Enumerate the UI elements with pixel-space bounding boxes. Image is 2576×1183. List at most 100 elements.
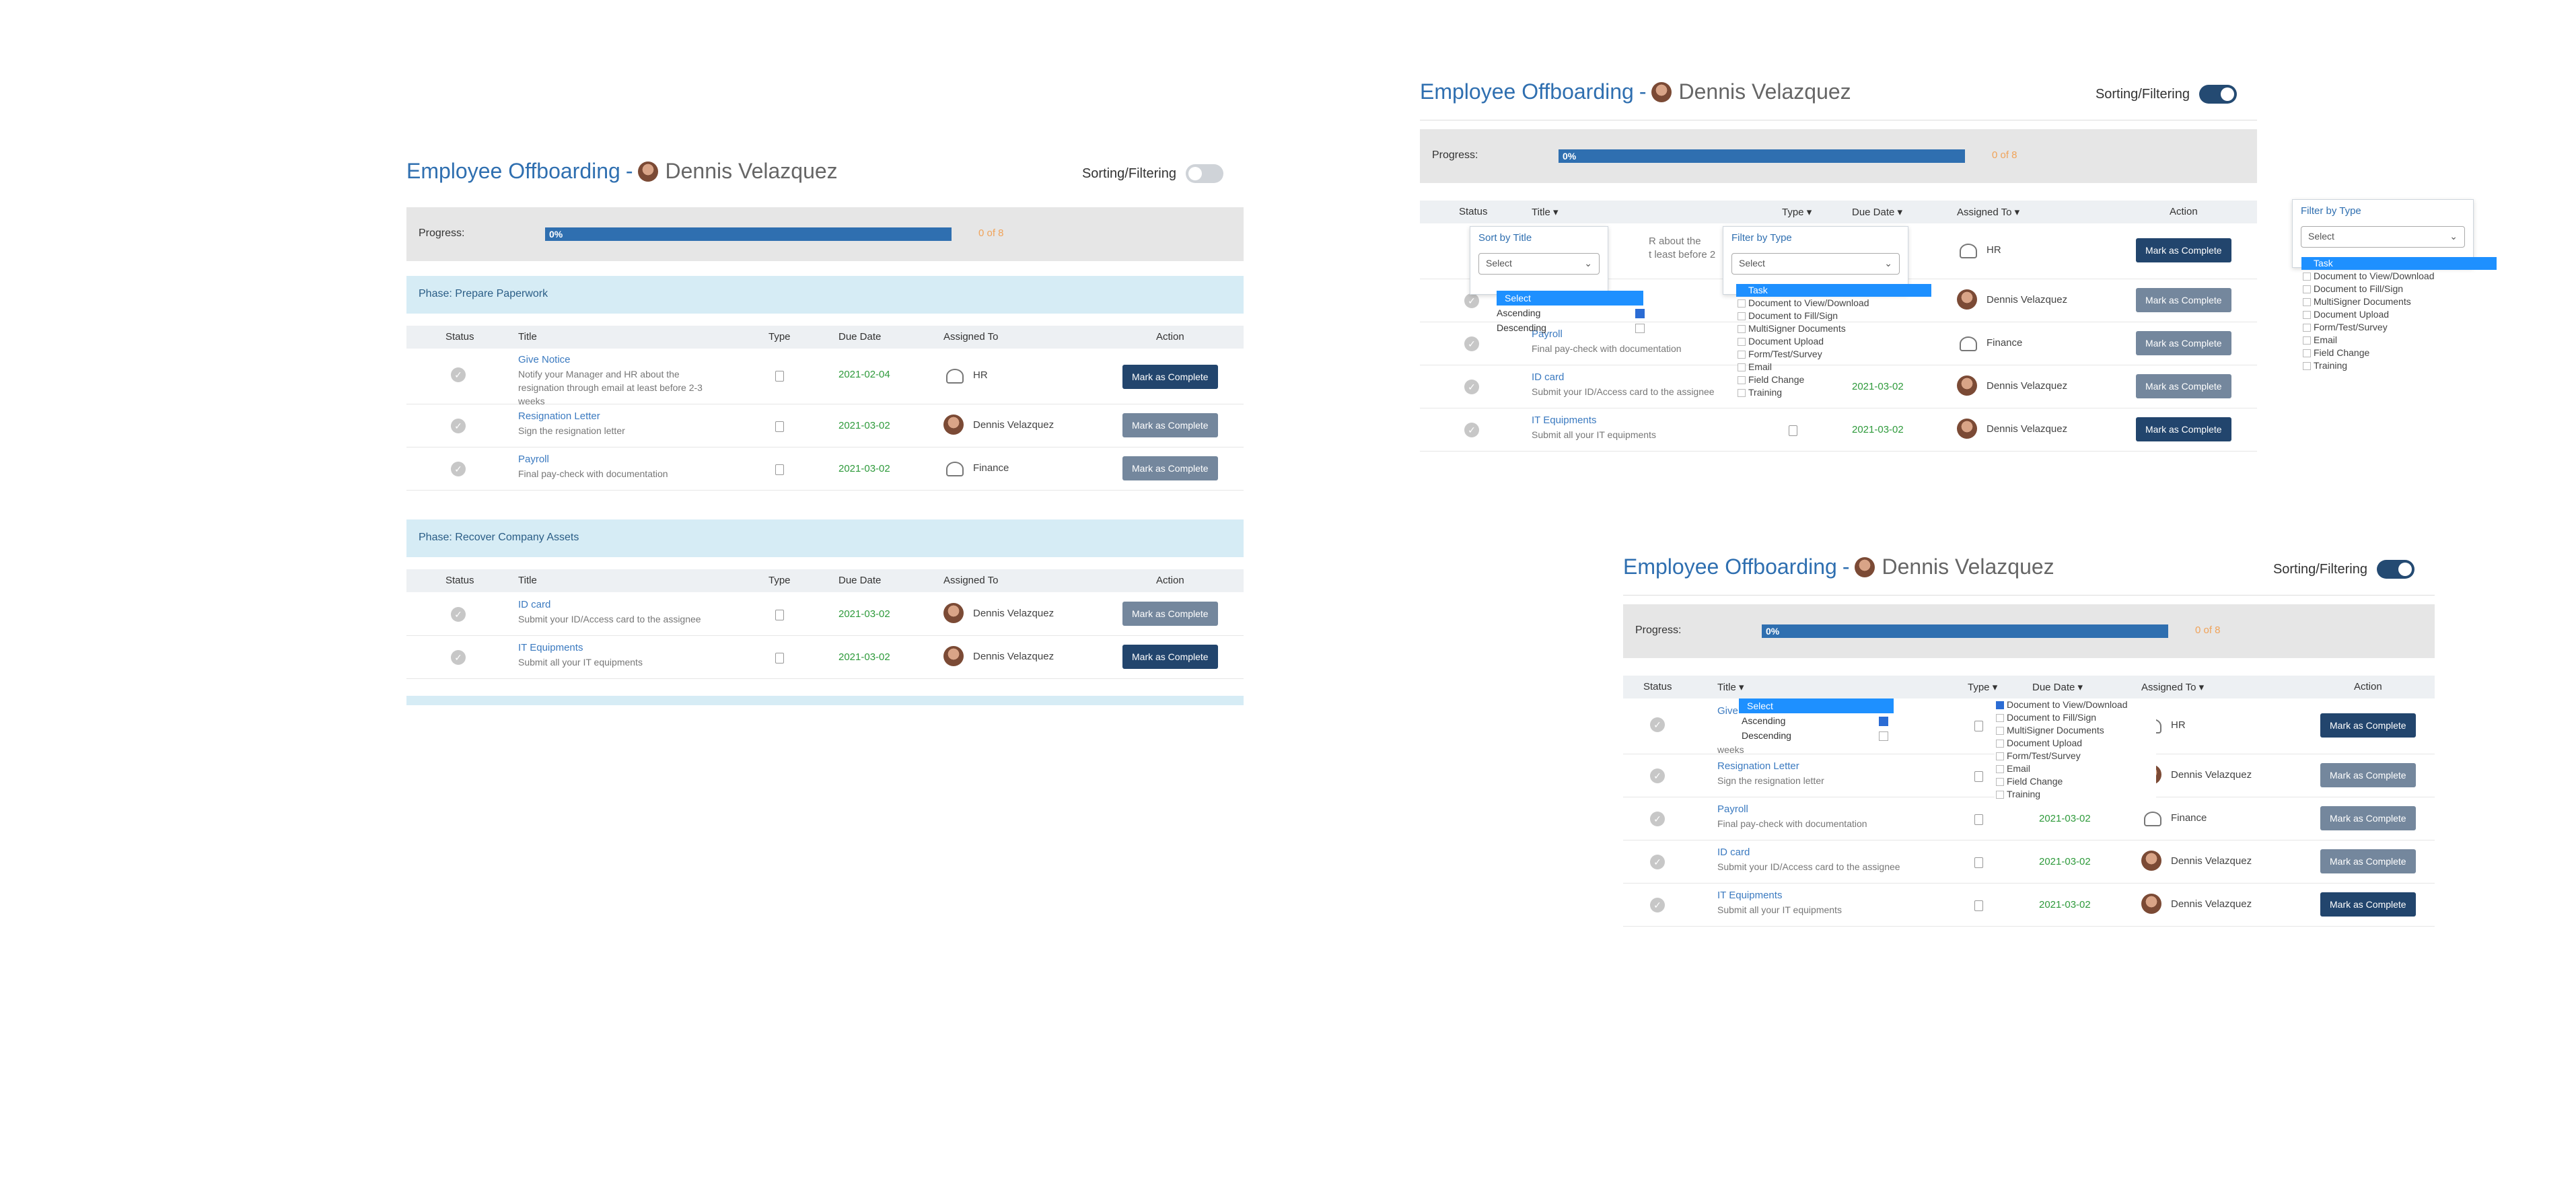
- table-row: ✓ Give Notice Notify your Manager and HR…: [406, 349, 1244, 406]
- mark-complete-button[interactable]: Mark as Complete: [2136, 331, 2231, 355]
- task-title[interactable]: Give: [1717, 705, 1738, 717]
- col-due-sortable[interactable]: Due Date ▾: [1852, 206, 1902, 218]
- mark-complete-button[interactable]: Mark as Complete: [1122, 602, 1218, 626]
- sort-option-ascending[interactable]: Ascending: [1739, 713, 1894, 728]
- col-title-sortable[interactable]: Title ▾: [1717, 681, 1744, 693]
- phase-header[interactable]: Phase: Prepare Paperwork: [406, 276, 1244, 314]
- filter-option[interactable]: Training: [1995, 788, 2156, 801]
- mark-complete-button[interactable]: Mark as Complete: [1122, 365, 1218, 389]
- filter-option[interactable]: Email: [2301, 334, 2497, 347]
- status-check-icon[interactable]: ✓: [1650, 812, 1665, 826]
- mark-complete-button[interactable]: Mark as Complete: [2320, 806, 2416, 830]
- status-check-icon[interactable]: ✓: [451, 367, 466, 382]
- task-title[interactable]: Give Notice: [518, 354, 571, 365]
- filter-option[interactable]: Email: [1736, 361, 1931, 373]
- sort-option-select[interactable]: Select: [1497, 291, 1643, 306]
- assignee: Dennis Velazquez: [943, 646, 1054, 666]
- col-type-filter[interactable]: Type ▾: [1782, 206, 1812, 218]
- task-title[interactable]: IT Equipments: [1717, 890, 1782, 901]
- sorting-toggle[interactable]: [2377, 560, 2414, 579]
- mark-complete-button[interactable]: Mark as Complete: [2320, 849, 2416, 873]
- status-check-icon[interactable]: ✓: [1464, 336, 1479, 351]
- filter-option[interactable]: Document to View/Download: [1995, 698, 2156, 711]
- col-due-sortable[interactable]: Due Date ▾: [2032, 681, 2083, 693]
- filter-option[interactable]: Field Change: [1995, 775, 2156, 788]
- mark-complete-button[interactable]: Mark as Complete: [2136, 288, 2231, 312]
- task-title[interactable]: ID card: [518, 599, 550, 610]
- task-title[interactable]: IT Equipments: [1532, 415, 1596, 426]
- task-title[interactable]: Resignation Letter: [1717, 760, 1799, 772]
- sort-option-descending[interactable]: Descending: [1739, 728, 1894, 743]
- filter-option[interactable]: Form/Test/Survey: [1995, 750, 2156, 762]
- sorting-toggle[interactable]: [2199, 85, 2237, 104]
- sort-option-select[interactable]: Select: [1739, 698, 1894, 713]
- filter-type-select[interactable]: Select ⌄: [1731, 253, 1900, 275]
- mark-complete-button[interactable]: Mark as Complete: [2320, 763, 2416, 787]
- status-check-icon[interactable]: ✓: [1464, 423, 1479, 437]
- filter-option[interactable]: Training: [1736, 386, 1931, 399]
- mark-complete-button[interactable]: Mark as Complete: [2320, 892, 2416, 917]
- mark-complete-button[interactable]: Mark as Complete: [1122, 456, 1218, 480]
- filter-option[interactable]: Document to Fill/Sign: [1736, 310, 1931, 322]
- mark-complete-button[interactable]: Mark as Complete: [2136, 374, 2231, 398]
- filter-option[interactable]: Task: [1736, 284, 1931, 297]
- col-title: Title: [518, 575, 537, 586]
- col-title-sortable[interactable]: Title ▾: [1532, 206, 1558, 218]
- filter-option[interactable]: Training: [2301, 359, 2497, 372]
- filter-option[interactable]: Document to View/Download: [2301, 270, 2497, 283]
- task-desc: Sign the resignation letter: [518, 425, 625, 436]
- page-title-text: Employee Offboarding: [1420, 79, 1634, 104]
- mark-complete-button[interactable]: Mark as Complete: [1122, 645, 1218, 669]
- filter-option[interactable]: Field Change: [2301, 347, 2497, 359]
- mark-complete-button[interactable]: Mark as Complete: [1122, 413, 1218, 437]
- status-check-icon[interactable]: ✓: [1464, 380, 1479, 394]
- status-check-icon[interactable]: ✓: [1650, 898, 1665, 912]
- sort-option-descending[interactable]: Descending: [1497, 320, 1645, 335]
- filter-option[interactable]: Document Upload: [1995, 737, 2156, 750]
- filter-type-select[interactable]: Select ⌄: [2301, 226, 2465, 248]
- filter-option[interactable]: Document to Fill/Sign: [2301, 283, 2497, 295]
- filter-option[interactable]: Document Upload: [1736, 335, 1931, 348]
- mark-complete-button[interactable]: Mark as Complete: [2136, 417, 2231, 441]
- document-icon: [1974, 771, 1983, 782]
- assignee: Dennis Velazquez: [2141, 851, 2252, 871]
- filter-option[interactable]: Document Upload: [2301, 308, 2497, 321]
- task-title[interactable]: Resignation Letter: [518, 410, 600, 422]
- filter-option[interactable]: Document to View/Download: [1736, 297, 1931, 310]
- mark-complete-button[interactable]: Mark as Complete: [2136, 238, 2231, 262]
- sort-option-ascending[interactable]: Ascending: [1497, 306, 1645, 320]
- task-title[interactable]: Payroll: [1717, 803, 1748, 815]
- status-check-icon[interactable]: ✓: [1650, 768, 1665, 783]
- status-check-icon[interactable]: ✓: [451, 462, 466, 476]
- status-check-icon[interactable]: ✓: [1464, 293, 1479, 308]
- status-check-icon[interactable]: ✓: [451, 650, 466, 665]
- task-title[interactable]: IT Equipments: [518, 642, 583, 653]
- sorting-toggle-group: Sorting/Filtering: [2273, 560, 2414, 579]
- status-check-icon[interactable]: ✓: [451, 607, 466, 622]
- task-title[interactable]: ID card: [1717, 847, 1750, 858]
- filter-option[interactable]: MultiSigner Documents: [1995, 724, 2156, 737]
- phase-header[interactable]: Phase: Recover Company Assets: [406, 519, 1244, 557]
- sort-select[interactable]: Select ⌄: [1478, 253, 1600, 275]
- mark-complete-button[interactable]: Mark as Complete: [2320, 713, 2416, 738]
- filter-option[interactable]: MultiSigner Documents: [1736, 322, 1931, 335]
- task-title[interactable]: ID card: [1532, 371, 1564, 383]
- filter-option[interactable]: Document to Fill/Sign: [1995, 711, 2156, 724]
- filter-option[interactable]: Form/Test/Survey: [1736, 348, 1931, 361]
- filter-option[interactable]: MultiSigner Documents: [2301, 295, 2497, 308]
- status-check-icon[interactable]: ✓: [451, 419, 466, 433]
- assignee: Dennis Velazquez: [943, 415, 1054, 435]
- col-type-filter[interactable]: Type ▾: [1968, 681, 1997, 693]
- filter-option[interactable]: Field Change: [1736, 373, 1931, 386]
- task-type-icon: [775, 653, 784, 664]
- task-title[interactable]: Payroll: [518, 454, 549, 465]
- status-check-icon[interactable]: ✓: [1650, 717, 1665, 732]
- status-check-icon[interactable]: ✓: [1650, 855, 1665, 869]
- col-assigned-filter[interactable]: Assigned To ▾: [2141, 681, 2204, 693]
- sorting-toggle[interactable]: [1186, 164, 1223, 183]
- filter-option[interactable]: Task: [2301, 257, 2497, 270]
- filter-option[interactable]: Email: [1995, 762, 2156, 775]
- task-desc: Submit all your IT equipments: [1532, 429, 1656, 440]
- filter-option[interactable]: Form/Test/Survey: [2301, 321, 2497, 334]
- col-assigned-filter[interactable]: Assigned To ▾: [1957, 206, 2019, 218]
